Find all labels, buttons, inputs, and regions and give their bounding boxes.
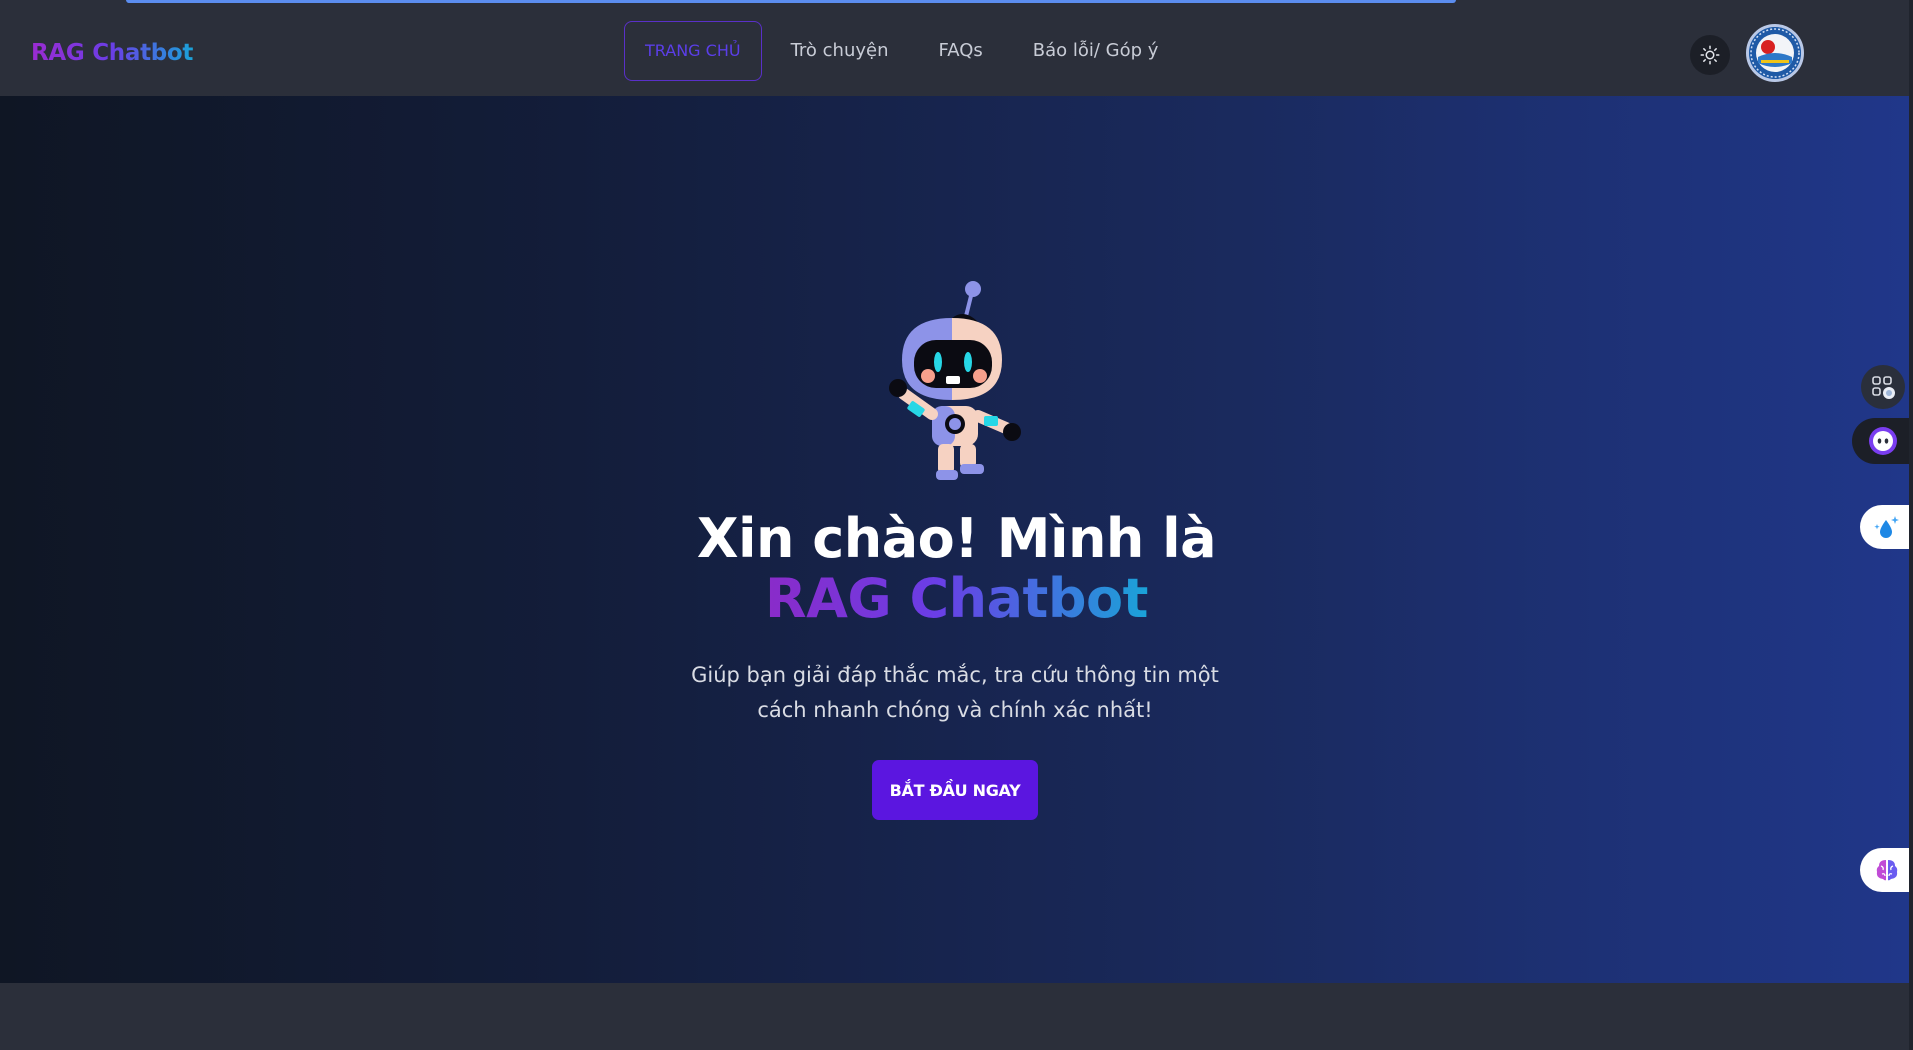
nav-feedback[interactable]: Báo lỗi/ Góp ý (1008, 22, 1184, 80)
nav-faqs[interactable]: FAQs (914, 22, 1008, 80)
translate-widget-button[interactable] (1860, 505, 1913, 549)
apps-widget-button[interactable] (1861, 365, 1905, 409)
robot-mascot (889, 281, 1021, 480)
main-nav: TRANG CHỦ Trò chuyện FAQs Báo lỗi/ Góp ý (624, 21, 1183, 81)
hero-title-brand: RAG Chatbot (0, 569, 1913, 629)
top-navbar: RAG Chatbot TRANG CHỦ Trò chuyện FAQs Bá… (0, 4, 1913, 96)
nav-chat[interactable]: Trò chuyện (766, 22, 914, 80)
page: RAG Chatbot TRANG CHỦ Trò chuyện FAQs Bá… (0, 0, 1913, 1050)
hero-section: Xin chào! Mình là RAG Chatbot Giúp bạn g… (0, 96, 1913, 983)
chatbot-widget-button[interactable] (1852, 418, 1913, 464)
water-sparkle-icon (1873, 516, 1899, 538)
sun-icon (1700, 45, 1720, 65)
nav-home[interactable]: TRANG CHỦ (624, 21, 762, 81)
apps-grid-icon (1872, 376, 1895, 399)
loading-bar (126, 0, 1456, 3)
hero-subtitle-line-2: cách nhanh chóng và chính xác nhất! (757, 698, 1153, 722)
brain-icon (1876, 860, 1897, 881)
window-edge (1909, 0, 1913, 1050)
hero-subtitle: Giúp bạn giải đáp thắc mắc, tra cứu thôn… (680, 658, 1230, 728)
theme-toggle-button[interactable] (1690, 35, 1730, 75)
brand-logo[interactable]: RAG Chatbot (31, 40, 193, 66)
ai-widget-button[interactable] (1860, 848, 1913, 892)
hero-subtitle-line-1: Giúp bạn giải đáp thắc mắc, tra cứu thôn… (691, 663, 1219, 687)
chatbot-face-icon (1868, 427, 1897, 455)
start-now-button[interactable]: BẮT ĐẦU NGAY (872, 760, 1038, 820)
hero-title: Xin chào! Mình là (696, 507, 1217, 570)
avatar[interactable] (1746, 24, 1804, 82)
organization-logo (1749, 27, 1801, 79)
hero-brand-text: RAG Chatbot (765, 567, 1148, 630)
